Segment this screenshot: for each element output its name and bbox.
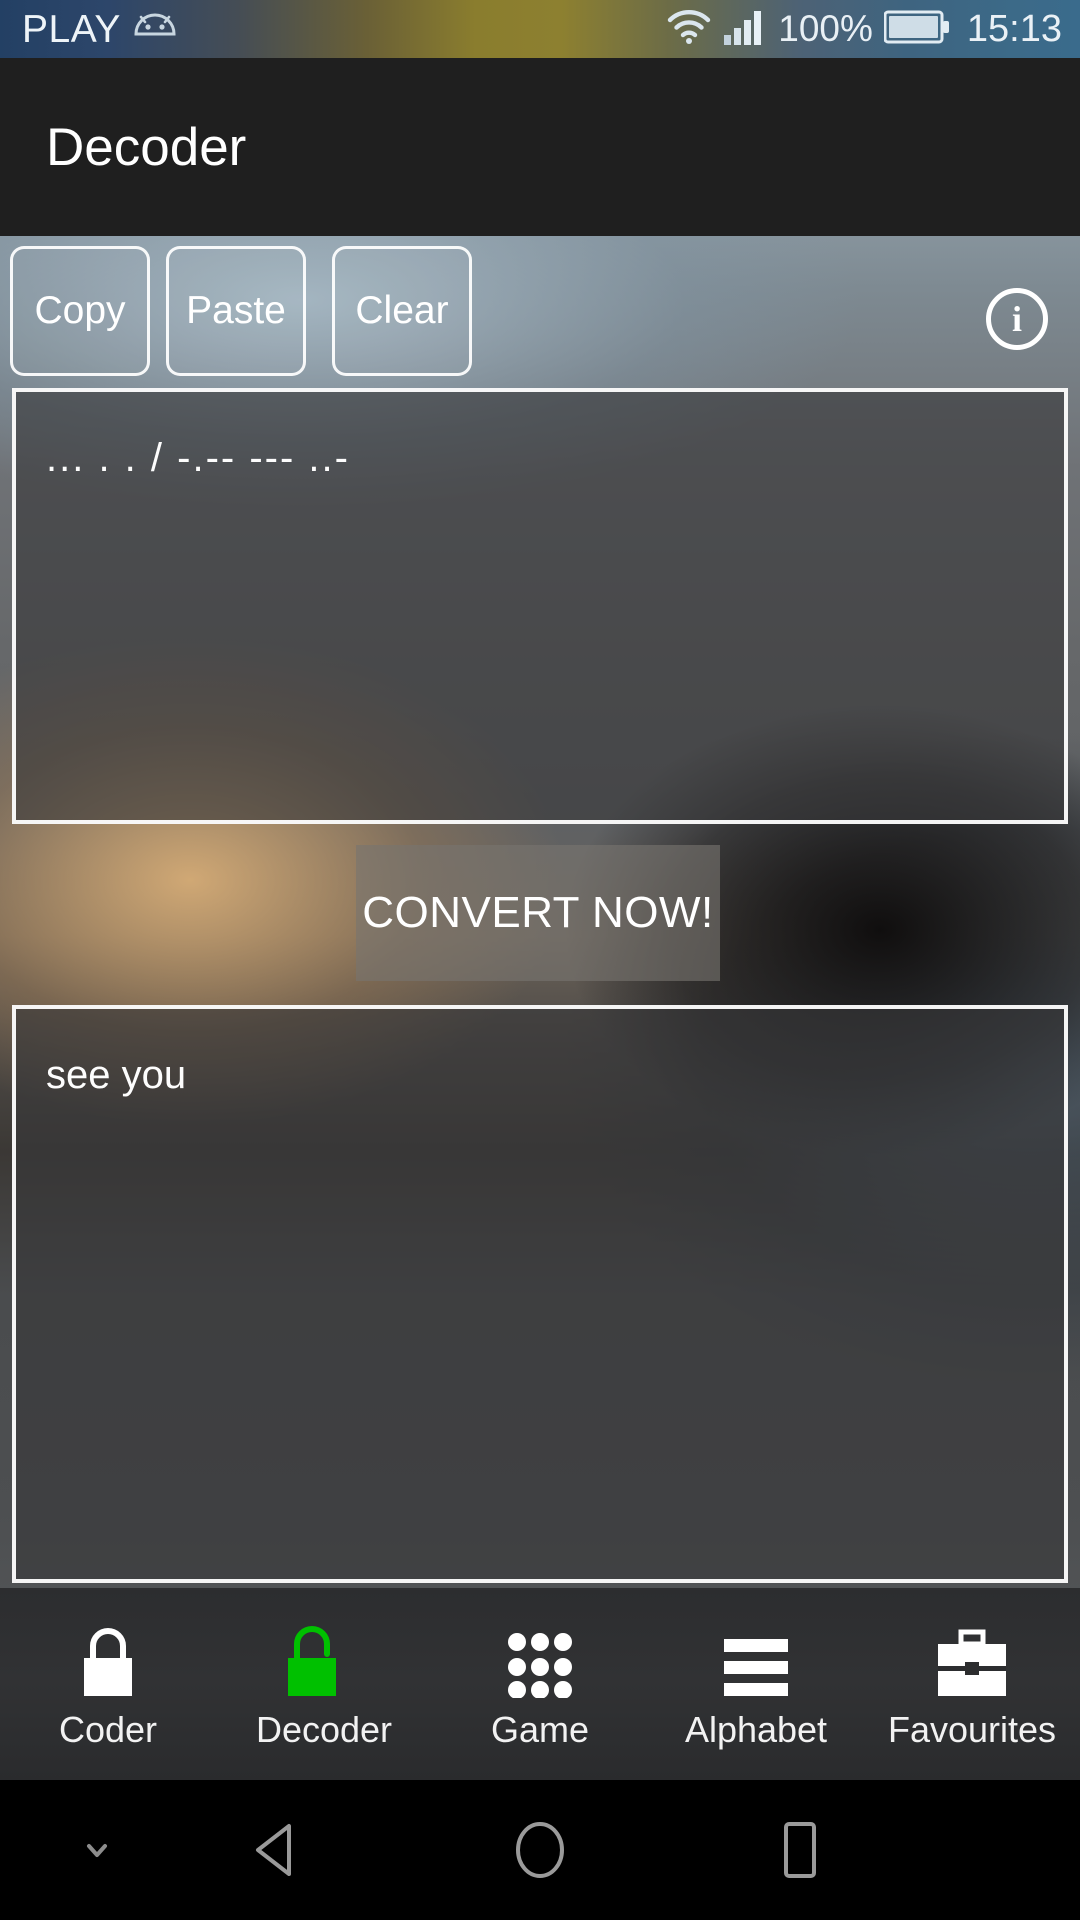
convert-now-button[interactable]: CONVERT NOW! <box>356 845 720 981</box>
status-bar-right: 100% 15:13 <box>666 8 1062 51</box>
recents-square-icon[interactable] <box>730 1814 870 1886</box>
battery-full-icon <box>883 10 950 49</box>
paste-button[interactable]: Paste <box>166 246 306 376</box>
lock-open-icon <box>279 1620 369 1698</box>
clock-label: 15:13 <box>966 7 1062 50</box>
info-icon-glyph: i <box>1011 299 1022 339</box>
tab-coder[interactable]: Coder <box>0 1588 216 1780</box>
app-title-bar: Decoder <box>0 58 1080 236</box>
tab-favourites-label: Favourites <box>887 1709 1057 1750</box>
android-navigation-bar <box>0 1780 1080 1920</box>
home-circle-icon[interactable] <box>470 1814 610 1886</box>
android-robot-icon <box>133 12 177 47</box>
text-output-field[interactable]: see you <box>12 1005 1068 1583</box>
page-title: Decoder <box>46 117 247 177</box>
tab-favourites[interactable]: Favourites <box>864 1588 1080 1780</box>
tab-game-label: Game <box>490 1709 590 1750</box>
tab-decoder-label: Decoder <box>255 1709 393 1750</box>
dot-grid-icon <box>502 1620 578 1698</box>
bottom-tab-bar: Coder Decoder Game Alphabet Favourites <box>0 1588 1080 1780</box>
info-icon[interactable]: i <box>986 288 1048 350</box>
copy-button[interactable]: Copy <box>10 246 150 376</box>
back-triangle-icon[interactable] <box>210 1814 350 1886</box>
text-output-value: see you <box>46 1053 187 1097</box>
phone-screen: PLAY 100% 15:13 Decoder Copy Paste Clear… <box>0 0 1080 1920</box>
morse-input-value: ... . . / -.-- --- ..- <box>46 436 350 480</box>
wifi-icon <box>666 8 712 51</box>
list-lines-icon <box>718 1620 794 1698</box>
status-bar: PLAY 100% 15:13 <box>0 0 1080 58</box>
morse-input-field[interactable]: ... . . / -.-- --- ..- <box>12 388 1068 824</box>
status-bar-left: PLAY <box>22 10 177 49</box>
clear-button[interactable]: Clear <box>332 246 472 376</box>
lock-closed-icon <box>70 1620 146 1698</box>
tab-alphabet[interactable]: Alphabet <box>648 1588 864 1780</box>
tab-decoder[interactable]: Decoder <box>216 1588 432 1780</box>
tab-alphabet-label: Alphabet <box>684 1709 828 1750</box>
battery-percent-label: 100% <box>778 8 873 49</box>
carrier-label: PLAY <box>22 7 121 51</box>
action-toolbar: Copy Paste Clear <box>0 236 1080 392</box>
cellular-signal-icon <box>723 8 767 51</box>
tab-game[interactable]: Game <box>432 1588 648 1780</box>
briefcase-icon <box>932 1620 1012 1698</box>
tab-coder-label: Coder <box>58 1709 158 1750</box>
chevron-down-icon[interactable] <box>52 1835 142 1865</box>
